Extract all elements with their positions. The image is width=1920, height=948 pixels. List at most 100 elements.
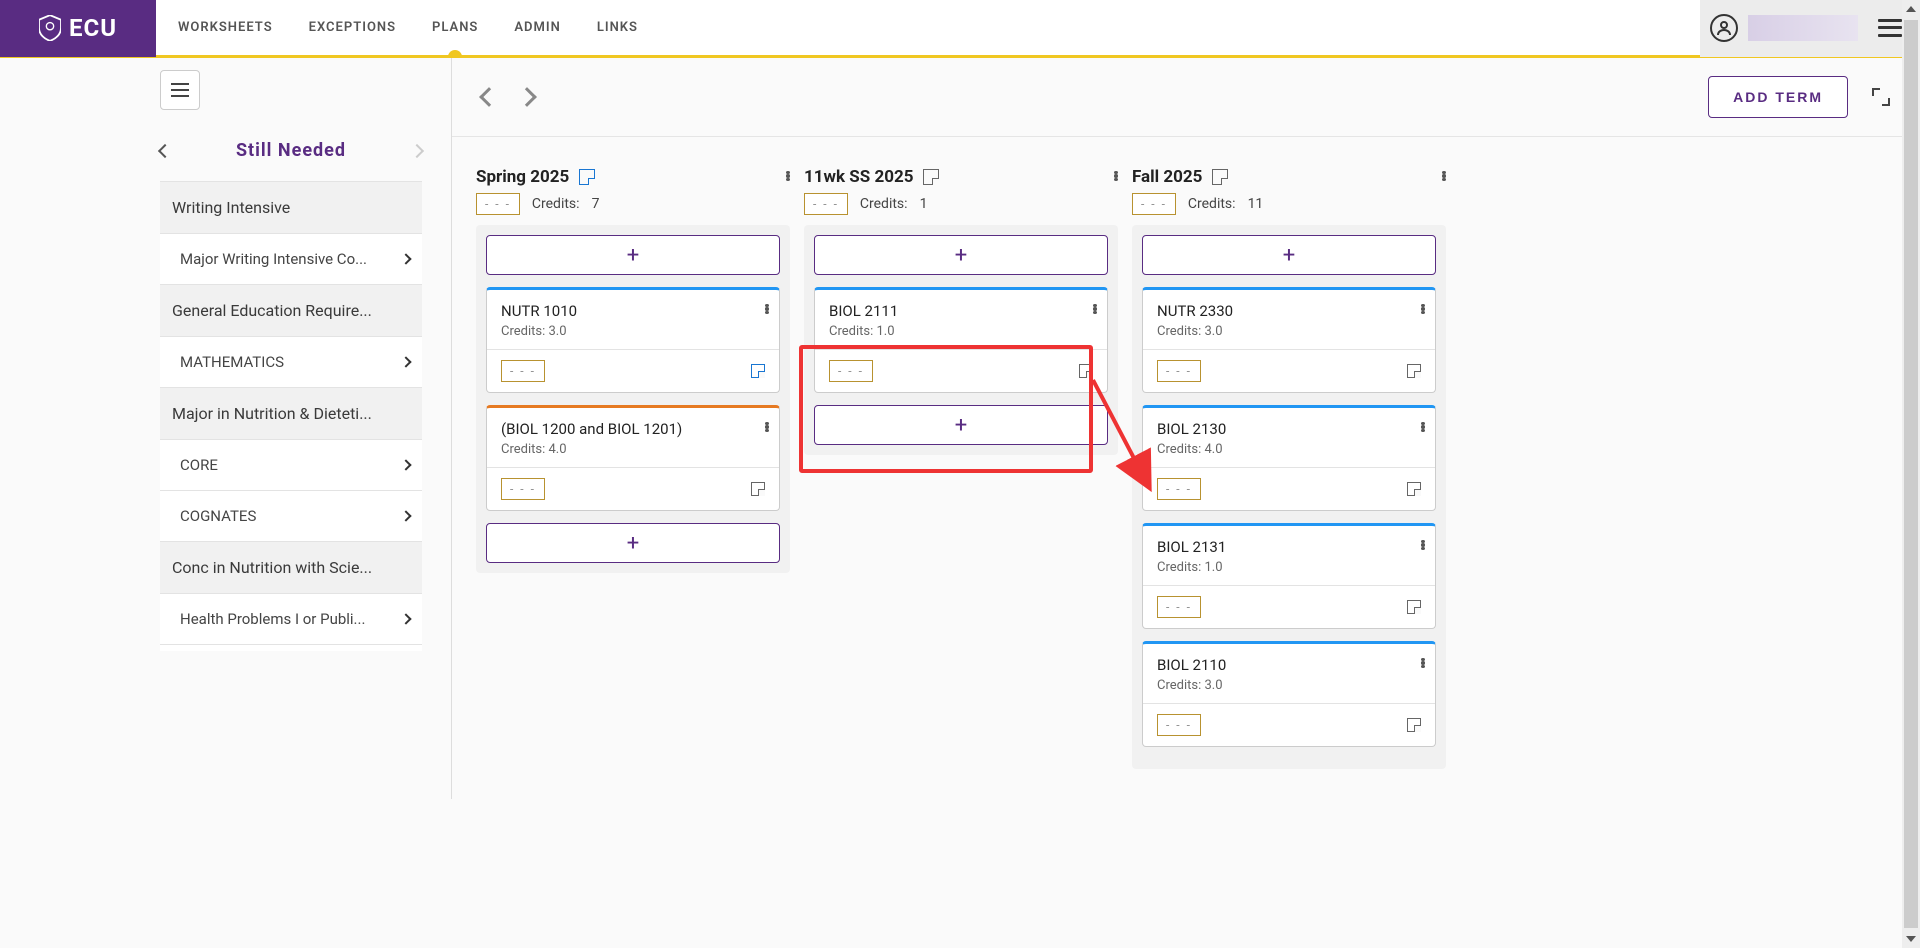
prev-term-button[interactable] <box>479 87 499 107</box>
user-avatar-icon[interactable] <box>1710 14 1738 42</box>
top-right <box>1700 0 1920 57</box>
nav-exceptions[interactable]: EXCEPTIONS <box>309 0 396 55</box>
nav-links[interactable]: LINKS <box>597 0 638 55</box>
sidebar-wrap: Still Needed Writing Intensive Major Wri… <box>0 58 452 799</box>
status-box[interactable]: - - - <box>804 193 848 215</box>
status-box[interactable]: - - - <box>1157 596 1201 618</box>
brand-logo[interactable]: ECU <box>0 0 156 57</box>
status-box[interactable]: - - - <box>501 360 545 382</box>
prev-section-button[interactable] <box>158 143 172 157</box>
status-box[interactable]: - - - <box>476 193 520 215</box>
term-header: 11wk SS 2025 - - - Credits: 1 <box>804 167 1118 215</box>
next-section-button[interactable] <box>410 143 424 157</box>
sidebar-item[interactable]: COGNATES <box>160 491 422 542</box>
note-icon[interactable] <box>1407 482 1421 496</box>
scroll-down-button[interactable] <box>1902 930 1920 948</box>
expand-icon[interactable] <box>1872 88 1890 106</box>
note-icon[interactable] <box>1079 364 1093 378</box>
sidebar-item-label: MATHEMATICS <box>180 353 402 371</box>
sidebar-item[interactable]: Health Problems I or Publi... <box>160 594 422 645</box>
main-area: ADD TERM Spring 2025 - - - Credits: <box>452 58 1920 799</box>
course-menu-button[interactable] <box>1421 654 1425 672</box>
page-scrollbar[interactable] <box>1902 0 1920 948</box>
plus-icon: + <box>627 531 639 556</box>
course-menu-button[interactable] <box>765 300 769 318</box>
terms-row: Spring 2025 - - - Credits: 7 + <box>452 137 1920 799</box>
course-credits: Credits: 3.0 <box>1157 324 1421 339</box>
add-course-button[interactable]: + <box>814 235 1108 275</box>
term-menu-button[interactable] <box>786 167 790 185</box>
credits-label: Credits: <box>860 196 908 212</box>
terms-wrap: Spring 2025 - - - Credits: 7 + <box>452 137 1920 799</box>
note-icon[interactable] <box>1212 169 1228 185</box>
sidebar-toggle-button[interactable] <box>160 70 200 110</box>
course-credits: Credits: 3.0 <box>501 324 765 339</box>
add-course-button[interactable]: + <box>814 405 1108 445</box>
status-box[interactable]: - - - <box>1157 360 1201 382</box>
course-menu-button[interactable] <box>765 418 769 436</box>
status-box[interactable]: - - - <box>1157 478 1201 500</box>
main-nav: WORKSHEETS EXCEPTIONS PLANS ADMIN LINKS <box>156 0 1700 55</box>
card-stack: + NUTR 1010 Credits: 3.0 - - - <box>476 225 790 573</box>
credits-label: Credits: <box>532 196 580 212</box>
course-credits: Credits: 1.0 <box>829 324 1093 339</box>
credits-value: 1 <box>920 196 928 212</box>
course-title: BIOL 2131 <box>1157 538 1421 556</box>
course-card[interactable]: BIOL 2130 Credits: 4.0 - - - <box>1142 405 1436 511</box>
sidebar-item[interactable]: Advanced Vitamins and Mi... <box>160 645 422 651</box>
note-icon[interactable] <box>1407 600 1421 614</box>
course-menu-button[interactable] <box>1421 536 1425 554</box>
sidebar-group[interactable]: Major in Nutrition & Dieteti... <box>160 388 422 440</box>
term-nav <box>482 90 534 104</box>
nav-admin[interactable]: ADMIN <box>514 0 560 55</box>
note-icon[interactable] <box>579 169 595 185</box>
sidebar: Still Needed Writing Intensive Major Wri… <box>160 58 452 651</box>
note-icon[interactable] <box>1407 364 1421 378</box>
sidebar-item[interactable]: CORE <box>160 440 422 491</box>
note-icon[interactable] <box>923 169 939 185</box>
nav-worksheets[interactable]: WORKSHEETS <box>178 0 273 55</box>
add-course-button[interactable]: + <box>1142 235 1436 275</box>
note-icon[interactable] <box>751 482 765 496</box>
course-menu-button[interactable] <box>1421 300 1425 318</box>
add-course-button[interactable]: + <box>486 235 780 275</box>
status-box[interactable]: - - - <box>1132 193 1176 215</box>
course-menu-button[interactable] <box>1093 300 1097 318</box>
credits-value: 7 <box>592 196 600 212</box>
course-card[interactable]: (BIOL 1200 and BIOL 1201) Credits: 4.0 -… <box>486 405 780 511</box>
course-card[interactable]: NUTR 2330 Credits: 3.0 - - - <box>1142 287 1436 393</box>
term-header: Spring 2025 - - - Credits: 7 <box>476 167 790 215</box>
course-card[interactable]: NUTR 1010 Credits: 3.0 - - - <box>486 287 780 393</box>
course-card[interactable]: BIOL 2111 Credits: 1.0 - - - <box>814 287 1108 393</box>
credits-value: 11 <box>1248 196 1264 212</box>
username-display[interactable] <box>1748 15 1858 41</box>
sidebar-item-label: CORE <box>180 456 402 474</box>
term-menu-button[interactable] <box>1114 167 1118 185</box>
status-box[interactable]: - - - <box>829 360 873 382</box>
sidebar-group[interactable]: General Education Require... <box>160 285 422 337</box>
note-icon[interactable] <box>1407 718 1421 732</box>
add-term-button[interactable]: ADD TERM <box>1708 76 1848 118</box>
course-menu-button[interactable] <box>1421 418 1425 436</box>
term-column: Fall 2025 - - - Credits: 11 + <box>1132 167 1446 769</box>
plus-icon: + <box>627 243 639 268</box>
sidebar-group[interactable]: Conc in Nutrition with Scie... <box>160 542 422 594</box>
course-card[interactable]: BIOL 2110 Credits: 3.0 - - - <box>1142 641 1436 747</box>
sidebar-group[interactable]: Writing Intensive <box>160 182 422 234</box>
status-box[interactable]: - - - <box>501 478 545 500</box>
add-course-button[interactable]: + <box>486 523 780 563</box>
term-menu-button[interactable] <box>1442 167 1446 185</box>
course-title: (BIOL 1200 and BIOL 1201) <box>501 420 765 438</box>
nav-plans[interactable]: PLANS <box>432 0 478 55</box>
sidebar-item[interactable]: Major Writing Intensive Co... <box>160 234 422 285</box>
note-icon[interactable] <box>751 364 765 378</box>
next-term-button[interactable] <box>517 87 537 107</box>
main-header: ADD TERM <box>452 58 1920 137</box>
scroll-thumb[interactable] <box>1904 20 1918 928</box>
sidebar-item[interactable]: MATHEMATICS <box>160 337 422 388</box>
status-box[interactable]: - - - <box>1157 714 1201 736</box>
sidebar-scroll[interactable]: Writing Intensive Major Writing Intensiv… <box>160 181 422 651</box>
course-card[interactable]: BIOL 2131 Credits: 1.0 - - - <box>1142 523 1436 629</box>
scroll-up-button[interactable] <box>1902 0 1920 18</box>
menu-icon[interactable] <box>1878 19 1902 37</box>
